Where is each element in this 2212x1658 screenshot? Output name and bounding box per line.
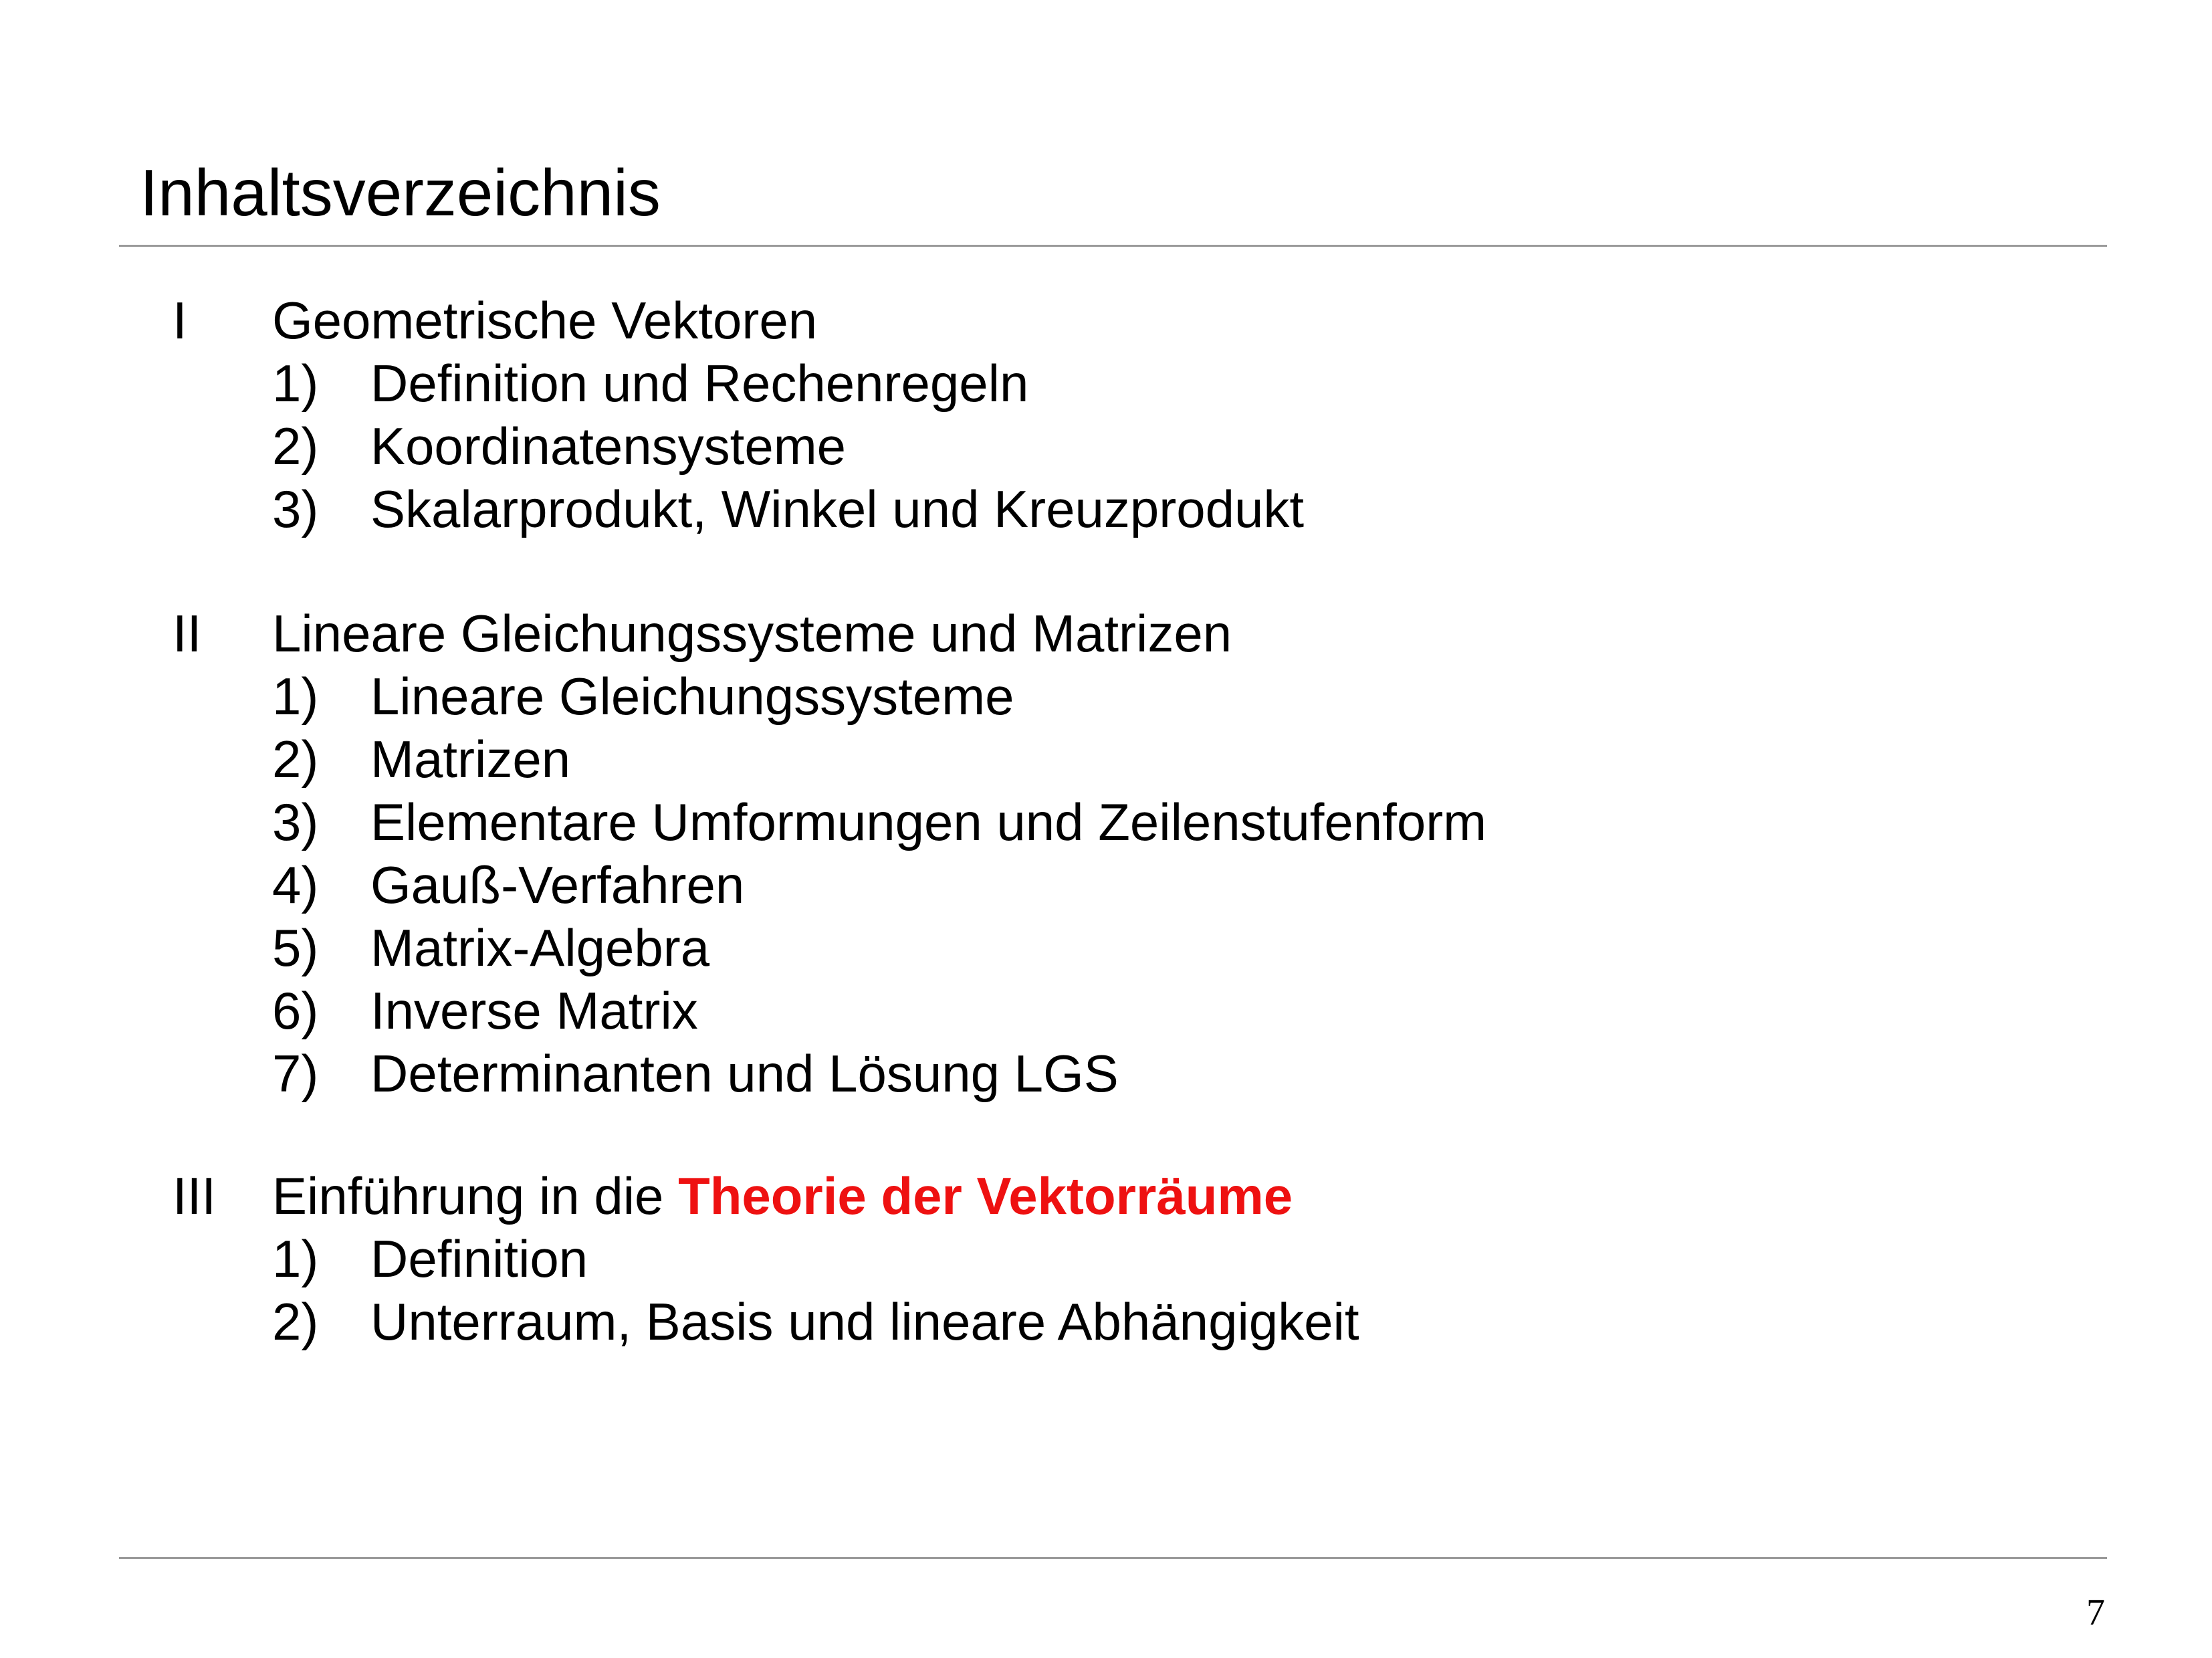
section-numeral: I xyxy=(173,291,187,350)
toc-item: 4) Gauß-Verfahren xyxy=(0,853,2212,916)
item-text: Koordinatensysteme xyxy=(370,417,847,476)
item-number: 2) xyxy=(272,1292,319,1351)
toc-item: 6) Inverse Matrix xyxy=(0,979,2212,1042)
item-text: Lineare Gleichungssysteme xyxy=(370,667,1014,726)
section-title: Einführung in die Theorie der Vektorräum… xyxy=(272,1164,1293,1227)
item-number: 1) xyxy=(272,1229,319,1288)
toc-item: 7) Determinanten und Lösung LGS xyxy=(0,1042,2212,1105)
item-number: 1) xyxy=(272,354,319,413)
toc-item: 5) Matrix-Algebra xyxy=(0,916,2212,979)
item-number: 6) xyxy=(272,981,319,1040)
toc-item: 3) Elementare Umformungen und Zeilenstuf… xyxy=(0,791,2212,853)
item-number: 2) xyxy=(272,417,319,476)
item-number: 4) xyxy=(272,855,319,914)
item-text: Inverse Matrix xyxy=(370,981,698,1040)
item-text: Skalarprodukt, Winkel und Kreuzprodukt xyxy=(370,480,1305,538)
section-title-highlight: Theorie der Vektorräume xyxy=(678,1166,1293,1225)
item-text: Matrizen xyxy=(370,730,571,789)
item-number: 1) xyxy=(272,667,319,726)
section-title: Lineare Gleichungssysteme und Matrizen xyxy=(272,604,1232,663)
page-number: 7 xyxy=(2086,1592,2105,1633)
item-text: Elementare Umformungen und Zeilenstufenf… xyxy=(370,793,1487,851)
item-text: Determinanten und Lösung LGS xyxy=(370,1044,1119,1103)
section-numeral: II xyxy=(173,604,202,663)
table-of-contents: I Geometrische Vektoren 1) Definition un… xyxy=(0,0,2212,1658)
toc-item: 1) Lineare Gleichungssysteme xyxy=(0,665,2212,728)
toc-item: 2) Unterraum, Basis und lineare Abhängig… xyxy=(0,1290,2212,1353)
section-numeral: III xyxy=(173,1166,217,1225)
toc-item: 2) Matrizen xyxy=(0,728,2212,791)
item-text: Definition xyxy=(370,1229,588,1288)
toc-section-vektorraeume: III Einführung in die Theorie der Vektor… xyxy=(0,1164,2212,1353)
toc-item: 1) Definition xyxy=(0,1227,2212,1290)
item-text: Matrix-Algebra xyxy=(370,918,710,977)
section-heading-row: III Einführung in die Theorie der Vektor… xyxy=(0,1164,2212,1227)
item-number: 7) xyxy=(272,1044,319,1103)
item-number: 3) xyxy=(272,793,319,851)
toc-item: 3) Skalarprodukt, Winkel und Kreuzproduk… xyxy=(0,478,2212,540)
item-text: Definition und Rechenregeln xyxy=(370,354,1029,413)
item-number: 3) xyxy=(272,480,319,538)
section-heading-row: I Geometrische Vektoren xyxy=(0,289,2212,352)
toc-section-geometrische-vektoren: I Geometrische Vektoren 1) Definition un… xyxy=(0,289,2212,540)
item-number: 5) xyxy=(272,918,319,977)
toc-item: 1) Definition und Rechenregeln xyxy=(0,352,2212,415)
item-number: 2) xyxy=(272,730,319,789)
bottom-divider xyxy=(119,1557,2107,1559)
section-title-prefix: Einführung in die xyxy=(272,1166,679,1225)
item-text: Unterraum, Basis und lineare Abhängigkei… xyxy=(370,1292,1359,1351)
item-text: Gauß-Verfahren xyxy=(370,855,745,914)
toc-section-lineare-gleichungssysteme: II Lineare Gleichungssysteme und Matrize… xyxy=(0,602,2212,1105)
toc-item: 2) Koordinatensysteme xyxy=(0,415,2212,478)
section-heading-row: II Lineare Gleichungssysteme und Matrize… xyxy=(0,602,2212,665)
section-title: Geometrische Vektoren xyxy=(272,291,818,350)
